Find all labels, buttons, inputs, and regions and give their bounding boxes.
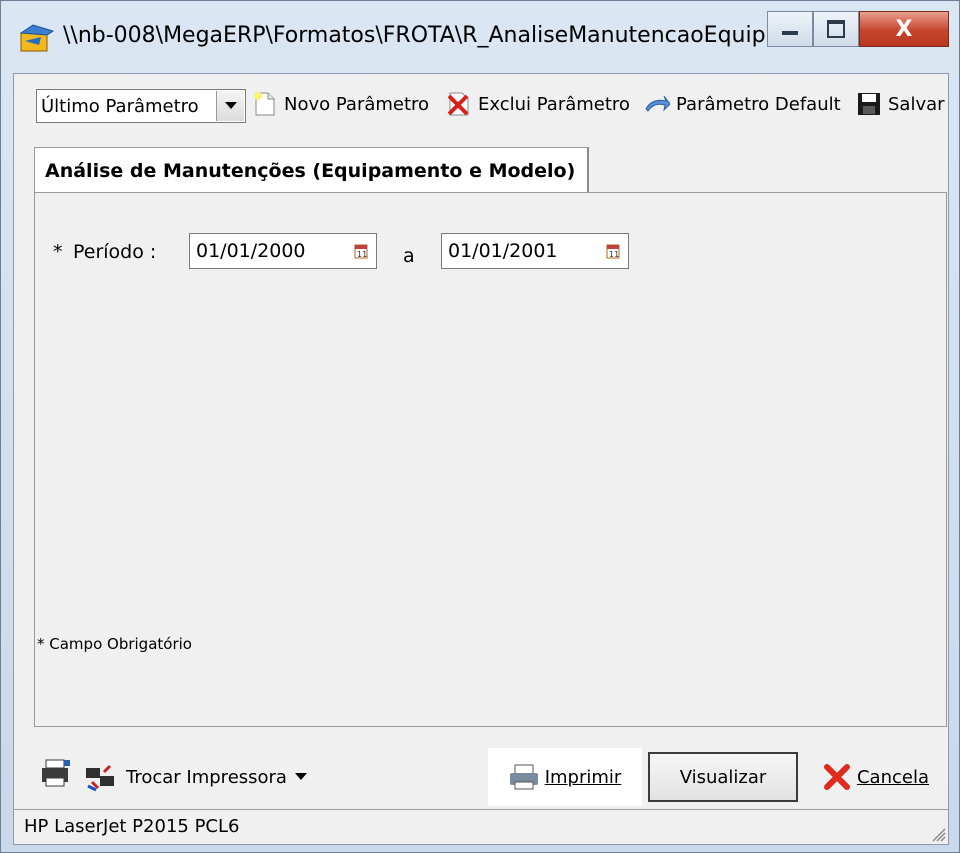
new-parameter-label: Novo Parâmetro <box>284 93 430 115</box>
window-title: \\nb-008\MegaERP\Formatos\FROTA\R_Analis… <box>63 23 801 48</box>
printer-icon <box>509 764 538 790</box>
svg-text:11: 11 <box>609 250 619 259</box>
cancel-label: Cancela <box>856 766 929 788</box>
caption-buttons: X <box>767 11 949 49</box>
arrow-default-icon <box>645 95 670 112</box>
bottom-bar: Trocar Impressora Imprimir Visualizar Ca… <box>14 742 948 812</box>
close-icon: X <box>895 16 913 42</box>
cancel-button[interactable]: Cancela <box>814 752 938 802</box>
minimize-icon <box>782 31 798 35</box>
maximize-button[interactable] <box>813 11 859 47</box>
app-icon <box>19 24 55 52</box>
title-bar[interactable]: \\nb-008\MegaERP\Formatos\FROTA\R_Analis… <box>1 1 959 73</box>
print-label: Imprimir <box>544 766 622 788</box>
printer-name: HP LaserJet P2015 PCL6 <box>24 816 240 837</box>
chevron-down-icon[interactable] <box>216 91 244 121</box>
client-area: Último Parâmetro Novo Parâmetro Exclui P… <box>13 73 949 845</box>
delete-icon <box>447 92 469 116</box>
toolbar: Último Parâmetro Novo Parâmetro Exclui P… <box>14 74 948 134</box>
view-label: Visualizar <box>679 766 767 788</box>
new-parameter-button[interactable]: Novo Parâmetro <box>252 86 429 122</box>
window: \\nb-008\MegaERP\Formatos\FROTA\R_Analis… <box>0 0 960 853</box>
required-mark: * <box>53 241 63 263</box>
period-label: Período : <box>73 241 157 263</box>
save-button[interactable]: Salvar <box>856 86 945 122</box>
delete-parameter-label: Exclui Parâmetro <box>478 93 630 115</box>
resize-grip-icon[interactable] <box>928 824 946 842</box>
print-button[interactable]: Imprimir <box>488 748 642 806</box>
maximize-icon <box>827 20 845 38</box>
view-button[interactable]: Visualizar <box>648 752 798 802</box>
close-button[interactable]: X <box>859 11 949 47</box>
change-printer-button[interactable]: Trocar Impressora <box>84 752 344 802</box>
delete-parameter-button[interactable]: Exclui Parâmetro <box>446 86 630 122</box>
save-label: Salvar <box>888 93 945 115</box>
parameter-select-value: Último Parâmetro <box>41 96 199 117</box>
period-separator: a <box>403 245 415 267</box>
date-to-value: 01/01/2001 <box>448 240 558 262</box>
minimize-button[interactable] <box>767 11 813 47</box>
chevron-down-icon <box>294 773 307 780</box>
calendar-icon[interactable]: 11 <box>354 243 368 259</box>
new-document-icon <box>254 92 275 116</box>
parameter-select[interactable]: Último Parâmetro <box>36 89 246 123</box>
save-icon <box>858 93 880 115</box>
default-parameter-button[interactable]: Parâmetro Default <box>644 86 841 122</box>
default-parameter-label: Parâmetro Default <box>676 93 841 115</box>
tab-analise-manutencoes[interactable]: Análise de Manutenções (Equipamento e Mo… <box>34 147 589 193</box>
date-from-value: 01/01/2000 <box>196 240 306 262</box>
printer-settings-icon[interactable] <box>40 758 72 788</box>
status-bar: HP LaserJet P2015 PCL6 <box>14 809 948 844</box>
required-field-note: * Campo Obrigatório <box>37 635 192 653</box>
svg-text:11: 11 <box>357 250 367 259</box>
change-printer-label: Trocar Impressora <box>126 766 287 788</box>
calendar-icon[interactable]: 11 <box>606 243 620 259</box>
date-to-field[interactable]: 01/01/2001 11 <box>441 233 629 269</box>
form-panel: * Período : 01/01/2000 11 a 01/01/2001 1… <box>34 192 947 727</box>
close-icon <box>823 764 850 790</box>
date-from-field[interactable]: 01/01/2000 11 <box>189 233 377 269</box>
swap-printer-icon <box>86 764 114 792</box>
